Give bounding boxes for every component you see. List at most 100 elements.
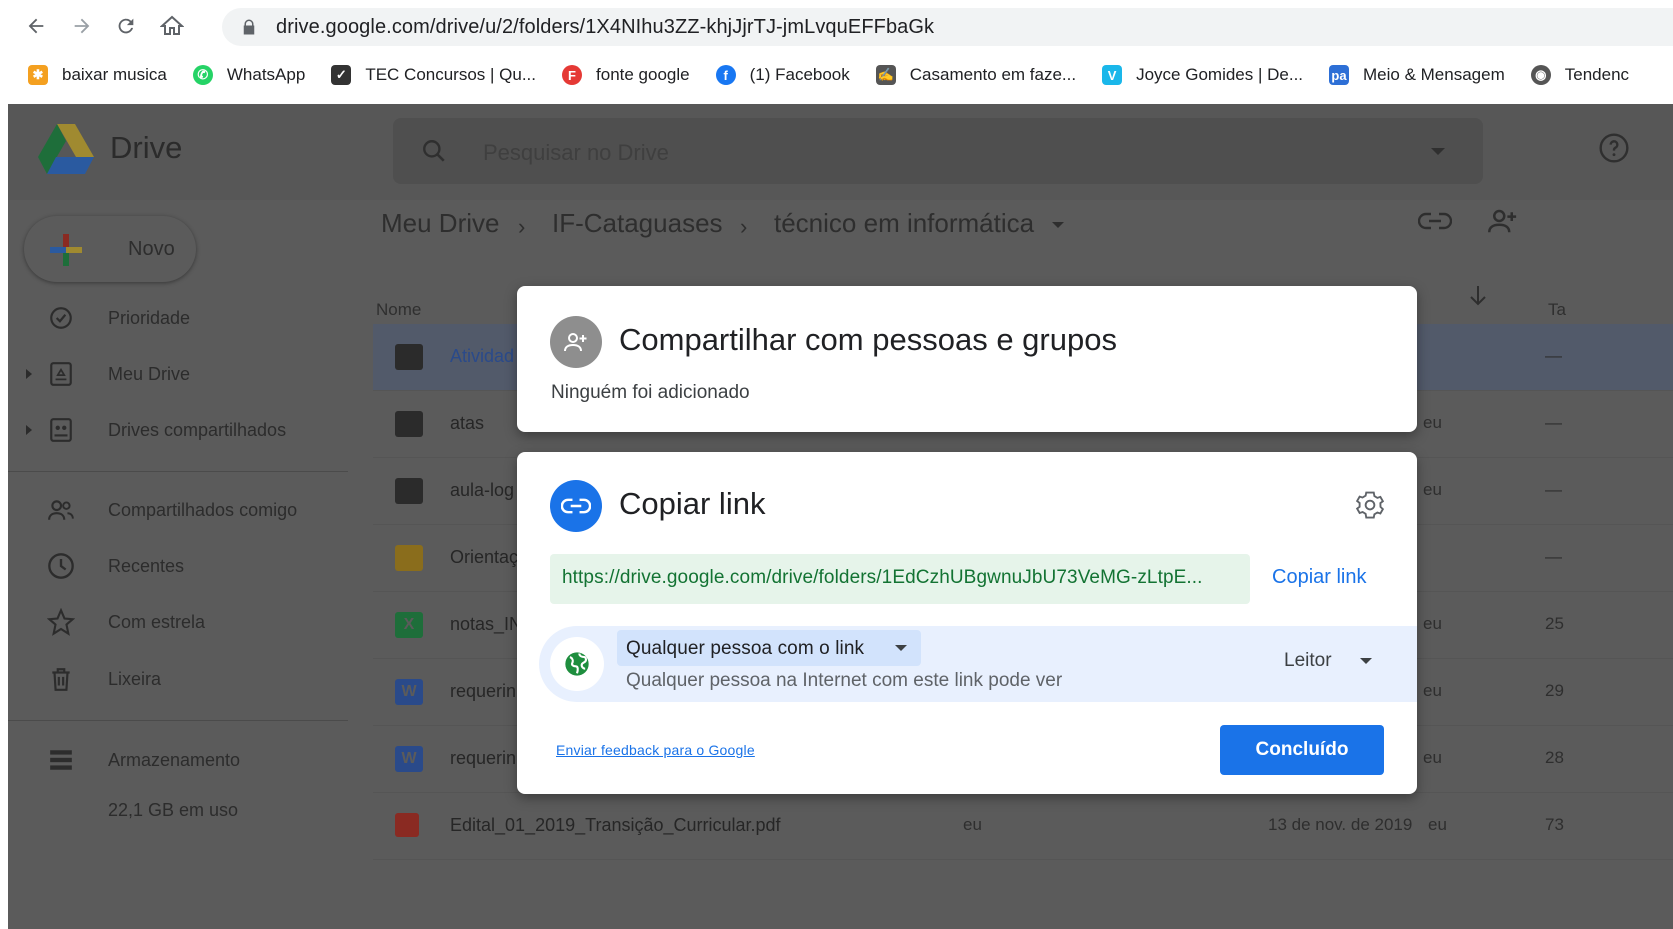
access-level-dropdown[interactable]: Qualquer pessoa com o link bbox=[617, 630, 921, 666]
bookmark-label: Casamento em faze... bbox=[909, 65, 1077, 84]
shared-folder-icon bbox=[395, 344, 423, 370]
file-row[interactable]: Edital_01_2019_Transição_Curricular.pdf … bbox=[373, 793, 1673, 860]
bookmarks-bar: ✱ baixar musica ✆ WhatsApp ✓ TEC Concursos | … bbox=[0, 56, 1673, 94]
vimeo-icon: V bbox=[1102, 65, 1123, 85]
browser-chrome: drive.google.com/drive/u/2/folders/1X4NI… bbox=[0, 0, 1673, 104]
file-size: 29 bbox=[1545, 681, 1564, 700]
expand-arrow-icon[interactable] bbox=[26, 369, 32, 379]
expand-arrow-icon[interactable] bbox=[26, 425, 32, 435]
new-button[interactable]: Novo bbox=[24, 216, 196, 282]
sheet-icon: X bbox=[395, 612, 423, 638]
sidebar-item-label: Armazenamento bbox=[108, 749, 241, 770]
bookmark-item[interactable]: ✆ WhatsApp bbox=[192, 65, 306, 85]
breadcrumb-item-current[interactable]: técnico em informática bbox=[774, 208, 1034, 239]
sidebar-item-compartilhados-comigo[interactable]: Compartilhados comigo bbox=[8, 490, 348, 530]
sidebar-item-label: Drives compartilhados bbox=[108, 419, 287, 440]
feedback-link[interactable]: Enviar feedback para o Google bbox=[556, 742, 755, 758]
bookmark-label: Tendenc bbox=[1564, 65, 1630, 84]
sidebar-item-drives-compartilhados[interactable]: Drives compartilhados bbox=[8, 410, 348, 450]
new-label: Novo bbox=[128, 238, 175, 260]
sidebar-item-label: Meu Drive bbox=[108, 363, 191, 384]
sidebar-item-com-estrela[interactable]: Com estrela bbox=[8, 602, 348, 642]
sidebar-item-armazenamento[interactable]: Armazenamento bbox=[8, 740, 348, 780]
file-name: requerin bbox=[450, 748, 517, 768]
file-name: Edital_01_2019_Transição_Curricular.pdf bbox=[450, 815, 781, 835]
search-options-icon[interactable] bbox=[1431, 148, 1445, 155]
sidebar-item-label: Compartilhados comigo bbox=[108, 499, 298, 520]
access-description: Qualquer pessoa na Internet com este lin… bbox=[626, 670, 1063, 691]
share-people-dialog: Compartilhar com pessoas e grupos Ningué… bbox=[517, 286, 1417, 432]
folder-icon bbox=[395, 411, 423, 437]
bookmark-label: (1) Facebook bbox=[749, 65, 850, 84]
home-button[interactable] bbox=[156, 10, 188, 42]
priority-icon bbox=[46, 303, 76, 333]
bookmark-item[interactable]: V Joyce Gomides | De... bbox=[1102, 65, 1303, 85]
sidebar-item-recentes[interactable]: Recentes bbox=[8, 546, 348, 586]
breadcrumb-item[interactable]: IF-Cataguases bbox=[552, 208, 723, 239]
file-name: aula-log bbox=[450, 480, 515, 500]
bookmark-label: Meio & Mensagem bbox=[1363, 65, 1505, 84]
share-url-field[interactable]: https://drive.google.com/drive/folders/1… bbox=[550, 554, 1250, 604]
caret-down-icon bbox=[895, 645, 907, 651]
bookmark-item[interactable]: ◉ Tendenc bbox=[1530, 65, 1630, 85]
column-header-name[interactable]: Nome bbox=[376, 300, 421, 320]
bookmark-item[interactable]: f (1) Facebook bbox=[715, 65, 850, 85]
sidebar-item-lixeira[interactable]: Lixeira bbox=[8, 659, 348, 699]
search-icon bbox=[423, 140, 445, 162]
column-header-size[interactable]: Ta bbox=[1548, 300, 1566, 320]
pdf-icon bbox=[395, 813, 419, 837]
sidebar-item-prioridade[interactable]: Prioridade bbox=[8, 298, 348, 338]
done-button[interactable]: Concluído bbox=[1220, 725, 1384, 775]
file-owner: eu bbox=[963, 815, 982, 834]
chevron-right-icon: › bbox=[740, 214, 748, 239]
file-modified-by: eu bbox=[1423, 413, 1442, 432]
link-icon bbox=[561, 498, 591, 514]
file-name: Orientaç bbox=[450, 547, 519, 567]
breadcrumb-dropdown-icon[interactable] bbox=[1052, 222, 1064, 228]
shared-drives-icon bbox=[46, 415, 76, 445]
file-size: — bbox=[1545, 480, 1562, 499]
bookmark-label: WhatsApp bbox=[226, 65, 306, 84]
file-size: 73 bbox=[1545, 815, 1564, 834]
bookmark-item[interactable]: Ffonte google bbox=[562, 65, 690, 85]
breadcrumb-item[interactable]: Meu Drive bbox=[381, 208, 499, 239]
copy-link-dialog: Copiar link https://drive.google.com/dri… bbox=[517, 452, 1417, 794]
add-person-icon[interactable] bbox=[1486, 206, 1520, 236]
role-dropdown[interactable]: Leitor bbox=[1284, 650, 1372, 672]
sidebar-item-label: Lixeira bbox=[108, 668, 162, 689]
role-label: Leitor bbox=[1284, 650, 1332, 671]
trash-icon bbox=[46, 664, 76, 694]
address-bar[interactable]: drive.google.com/drive/u/2/folders/1X4NI… bbox=[222, 8, 1673, 46]
star-icon bbox=[46, 607, 76, 637]
bookmark-item[interactable]: ✱ baixar musica bbox=[28, 65, 167, 85]
sidebar-item-meu-drive[interactable]: Meu Drive bbox=[8, 354, 348, 394]
word-icon: W bbox=[395, 746, 423, 772]
facebook-icon: f bbox=[715, 65, 736, 85]
search-box[interactable]: Pesquisar no Drive bbox=[393, 118, 1483, 184]
share-url-text: https://drive.google.com/drive/folders/1… bbox=[562, 567, 1203, 588]
storage-used: 22,1 GB em uso bbox=[108, 800, 239, 820]
bookmark-label: fonte google bbox=[596, 65, 690, 84]
clock-icon bbox=[46, 551, 76, 581]
share-dialog-subtitle: Ninguém foi adicionado bbox=[551, 382, 750, 403]
people-icon bbox=[46, 495, 76, 525]
help-icon[interactable] bbox=[1598, 132, 1630, 164]
reload-button[interactable] bbox=[110, 10, 142, 42]
sort-arrow-icon[interactable] bbox=[1468, 284, 1488, 308]
slides-icon bbox=[395, 545, 423, 571]
link-icon[interactable] bbox=[1418, 210, 1452, 232]
bookmark-label: Joyce Gomides | De... bbox=[1136, 65, 1304, 84]
sidebar-item-label: Com estrela bbox=[108, 611, 206, 632]
bookmark-item[interactable]: ✓ TEC Concursos | Qu... bbox=[331, 65, 536, 85]
add-person-avatar bbox=[550, 316, 602, 368]
file-modified-by: eu bbox=[1423, 681, 1442, 700]
bookmark-item[interactable]: pa Meio & Mensagem bbox=[1329, 65, 1505, 85]
lock-icon bbox=[243, 19, 255, 35]
copy-link-button[interactable]: Copiar link bbox=[1272, 566, 1366, 589]
pa-icon: pa bbox=[1329, 65, 1350, 85]
back-button[interactable] bbox=[20, 10, 52, 42]
bookmark-item[interactable]: ✍ Casamento em faze... bbox=[875, 65, 1077, 85]
drive-header: Drive Pesquisar no Drive bbox=[8, 104, 1673, 200]
gear-icon[interactable] bbox=[1355, 490, 1385, 520]
forward-button[interactable] bbox=[66, 10, 98, 42]
